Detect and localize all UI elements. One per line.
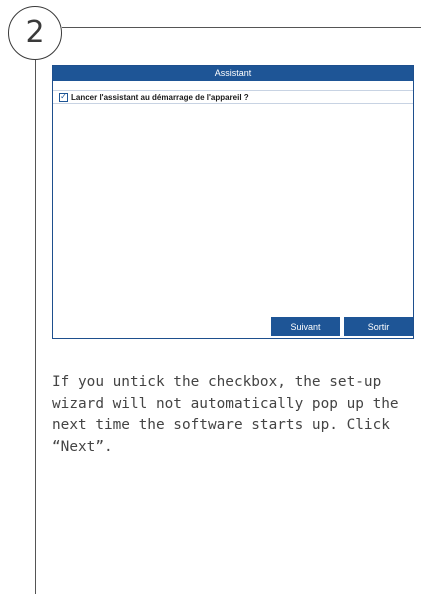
vertical-rule [35,60,36,594]
step-number-badge: 2 [8,6,62,60]
dialog-title: Assistant [53,66,413,81]
assistant-dialog: Assistant ✓ Lancer l'assistant au démarr… [52,65,414,339]
startup-option-row[interactable]: ✓ Lancer l'assistant au démarrage de l'a… [53,90,413,104]
instruction-text: If you untick the checkbox, the set-up w… [52,374,399,455]
next-button[interactable]: Suivant [271,317,340,336]
exit-button[interactable]: Sortir [344,317,413,336]
step-number: 2 [25,15,45,50]
horizontal-rule [62,27,421,28]
checkmark-icon: ✓ [60,92,67,101]
startup-checkbox[interactable]: ✓ [59,92,68,102]
startup-option-label: Lancer l'assistant au démarrage de l'app… [71,92,249,102]
